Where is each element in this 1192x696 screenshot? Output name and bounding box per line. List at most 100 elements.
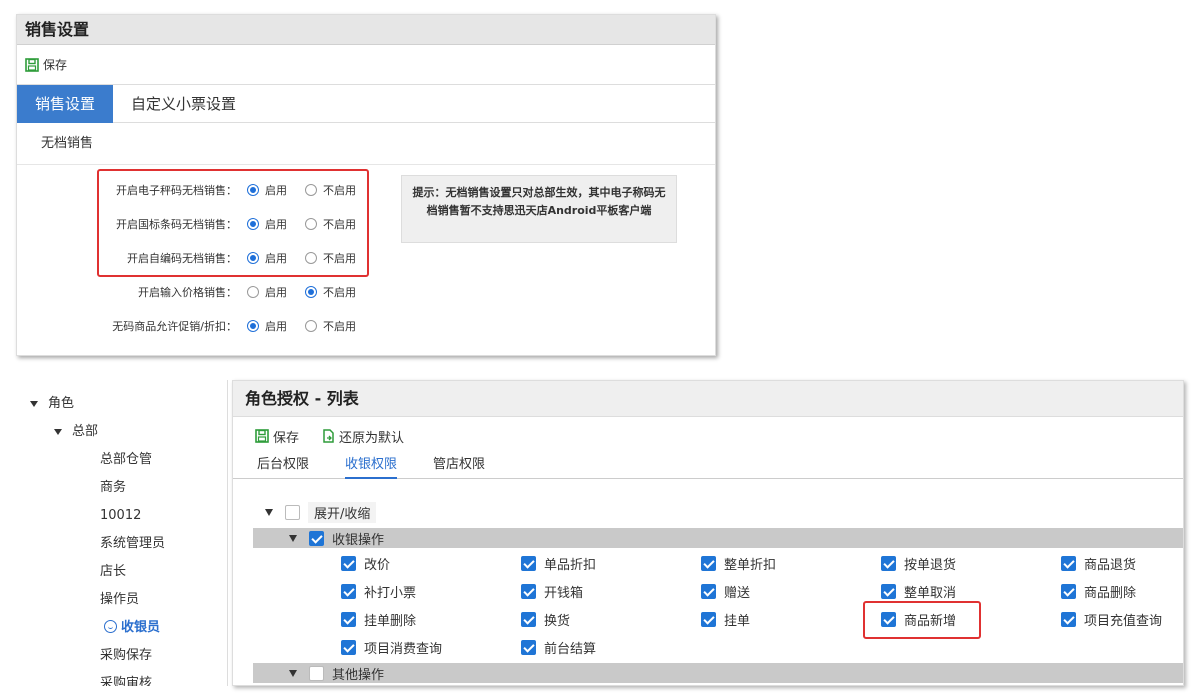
save-button[interactable]: 保存 <box>25 56 67 73</box>
caret-down-icon[interactable] <box>265 508 273 516</box>
group-other-ops: 其他操作 <box>289 662 384 684</box>
perm-item[interactable]: 挂单删除 <box>341 609 416 629</box>
checkbox <box>521 583 536 599</box>
expand-all-row: 展开/收缩 <box>265 501 377 523</box>
perm-item[interactable]: 挂单 <box>701 609 750 629</box>
tree-item-operator[interactable]: 操作员 <box>100 590 139 610</box>
perm-label: 挂单 <box>724 613 751 629</box>
tip-box: 提示：无档销售设置只对总部生效，其中电子称码无档销售暂不支持思迅天店Androi… <box>401 175 677 243</box>
tree-label: 角色 <box>48 396 75 411</box>
perm-item[interactable]: 开钱箱 <box>521 581 583 601</box>
checkbox <box>341 639 356 655</box>
perm-item[interactable]: 整单取消 <box>881 581 956 601</box>
tree-group[interactable]: 总部 <box>54 422 98 442</box>
tree-item-purchase-save[interactable]: 采购保存 <box>100 646 152 666</box>
tree-item-sysadmin[interactable]: 系统管理员 <box>100 534 165 554</box>
tab-cashier[interactable]: 收银权限 <box>345 455 398 479</box>
perm-item[interactable]: 赠送 <box>701 581 750 601</box>
checkbox <box>881 555 896 571</box>
tree-item-10012[interactable]: 10012 <box>100 506 141 526</box>
perm-item[interactable]: 商品退货 <box>1061 553 1136 573</box>
group-bar <box>253 528 1183 548</box>
perm-label: 前台结算 <box>544 641 597 657</box>
perm-label: 换货 <box>544 613 571 629</box>
setting-row-input-price: 开启输入价格销售： 启用 不启用 <box>17 275 397 309</box>
perm-item[interactable]: 项目消费查询 <box>341 637 442 657</box>
setting-row-no-code-promo: 无码商品允许促销/折扣： 启用 不启用 <box>17 309 397 343</box>
perm-item[interactable]: 整单折扣 <box>701 553 776 573</box>
panel-title: 销售设置 <box>17 15 715 45</box>
tab-custom-receipt[interactable]: 自定义小票设置 <box>113 85 254 123</box>
settings-tabs: 销售设置 自定义小票设置 <box>17 85 715 123</box>
tree-item-cashier[interactable]: 收银员 <box>104 618 160 638</box>
group-label: 其他操作 <box>332 667 385 683</box>
checkbox <box>1061 611 1076 627</box>
perm-item[interactable]: 改价 <box>341 553 390 573</box>
perm-item[interactable]: 项目充值查询 <box>1061 609 1162 629</box>
checkbox <box>1061 583 1076 599</box>
perm-label: 商品退货 <box>1084 557 1137 573</box>
tab-store[interactable]: 管店权限 <box>433 455 485 479</box>
caret-down-icon[interactable] <box>289 669 297 677</box>
radio-label: 启用 <box>265 286 287 299</box>
tree-item-business[interactable]: 商务 <box>100 478 126 498</box>
perm-item[interactable]: 单品折扣 <box>521 553 596 573</box>
perm-label: 项目消费查询 <box>364 641 443 657</box>
setting-label: 无码商品允许促销/折扣： <box>112 320 237 333</box>
perm-item[interactable]: 商品删除 <box>1061 581 1136 601</box>
caret-down-icon <box>30 400 38 407</box>
checkbox <box>521 555 536 571</box>
perm-label: 整单折扣 <box>724 557 777 573</box>
tree-root[interactable]: 角色 <box>30 394 74 414</box>
checkbox <box>881 583 896 599</box>
perm-label: 单品折扣 <box>544 557 597 573</box>
caret-down-icon[interactable] <box>289 534 297 542</box>
tree-item-manager[interactable]: 店长 <box>100 562 126 582</box>
perm-label: 按单退货 <box>904 557 957 573</box>
radio-label: 不启用 <box>323 286 356 299</box>
sales-settings-panel: 销售设置 保存 销售设置 自定义小票设置 无档销售 开启电子秤码无档销售： 启用… <box>16 14 716 356</box>
radio-label: 不启用 <box>323 320 356 333</box>
radio-enable[interactable]: 启用 <box>247 318 299 334</box>
group-checkbox[interactable] <box>309 665 324 681</box>
radio-circle <box>247 286 259 298</box>
perm-item[interactable]: 补打小票 <box>341 581 416 601</box>
radio-circle <box>305 286 317 298</box>
radio-circle <box>305 320 317 332</box>
section-title: 无档销售 <box>17 123 715 165</box>
save-icon <box>25 57 39 72</box>
checkbox <box>701 555 716 571</box>
checkbox <box>521 611 536 627</box>
tab-sales-settings[interactable]: 销售设置 <box>17 85 114 123</box>
perm-item[interactable]: 前台结算 <box>521 637 596 657</box>
role-tree: 角色 总部 总部仓管 商务 10012 系统管理员 店长 操作员 收银员 采购保… <box>16 380 228 686</box>
tree-label: 收银员 <box>121 620 161 635</box>
perm-label: 改价 <box>364 557 391 573</box>
checkbox <box>1061 555 1076 571</box>
caret-down-icon <box>54 428 62 435</box>
reset-icon <box>323 429 334 443</box>
radio-enable[interactable]: 启用 <box>247 284 299 300</box>
permission-tabs: 后台权限 收银权限 管店权限 <box>233 455 1183 479</box>
tree-item-purchase-review[interactable]: 采购审核 <box>100 674 152 686</box>
perm-item[interactable]: 换货 <box>521 609 570 629</box>
perm-label: 开钱箱 <box>544 585 584 601</box>
tab-backend[interactable]: 后台权限 <box>257 455 309 479</box>
highlight-box <box>97 169 369 277</box>
reset-default-button[interactable]: 还原为默认 <box>321 427 404 446</box>
group-checkbox[interactable] <box>309 530 324 546</box>
checkbox <box>341 555 356 571</box>
perm-label: 项目充值查询 <box>1084 613 1163 629</box>
group-cashier-ops: 收银操作 <box>289 527 384 549</box>
group-label: 收银操作 <box>332 532 385 548</box>
save-button[interactable]: 保存 <box>255 427 299 446</box>
expand-all-label[interactable]: 展开/收缩 <box>308 501 377 523</box>
perm-label: 赠送 <box>724 585 751 601</box>
expand-all-checkbox[interactable] <box>285 504 300 520</box>
save-icon <box>255 429 269 443</box>
tree-item-warehouse[interactable]: 总部仓管 <box>100 450 152 470</box>
radio-disable[interactable]: 不启用 <box>305 318 357 334</box>
checkbox <box>341 583 356 599</box>
perm-item[interactable]: 按单退货 <box>881 553 956 573</box>
radio-disable[interactable]: 不启用 <box>305 284 357 300</box>
